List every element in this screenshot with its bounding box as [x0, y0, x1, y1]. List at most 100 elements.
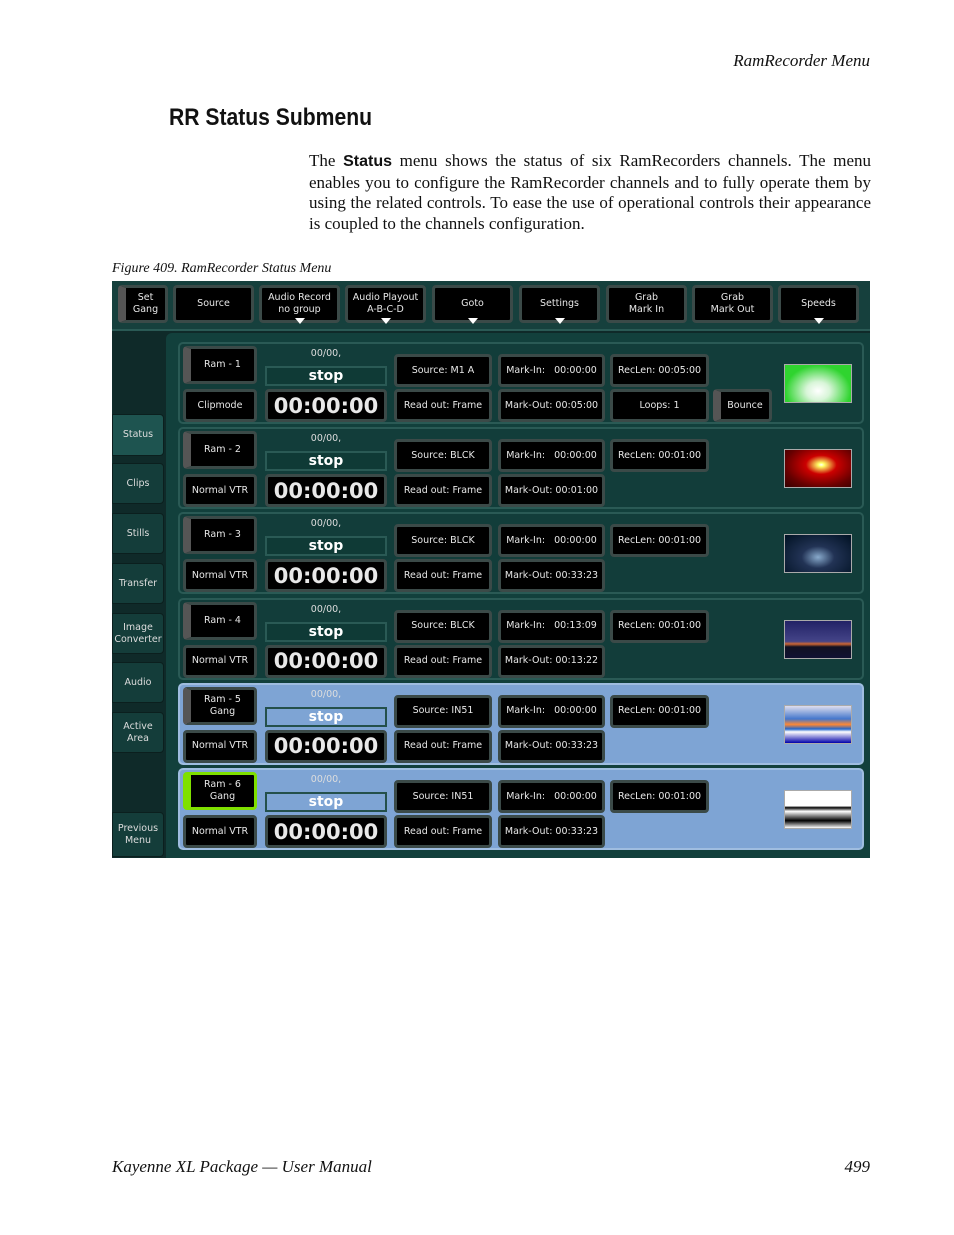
loops-button[interactable]: Loops: 1 [610, 389, 709, 422]
channel-name: Ram - 6 Gang [204, 779, 241, 802]
timecode-display: 00:00:00 [265, 815, 387, 848]
mark-out-button[interactable]: Mark-Out: 00:33:23 [498, 729, 605, 763]
readout-button[interactable]: Read out: Frame [394, 389, 492, 422]
toolbar-button-label: Set Gang [132, 292, 159, 315]
toolbar-button-grab[interactable]: Grab Mark Out [692, 285, 773, 323]
toolbar-button-label: Source [197, 298, 230, 309]
source-button[interactable]: Source: IN51 [394, 780, 492, 813]
mode-button[interactable]: Normal VTR [183, 644, 257, 678]
sidebar-item-status[interactable]: Status [112, 414, 164, 456]
clip-thumbnail[interactable] [784, 364, 852, 403]
dropdown-arrow-icon [380, 318, 391, 324]
intro-paragraph: The Status menu shows the status of six … [309, 151, 871, 234]
mark-in-button[interactable]: Mark-In: 00:00:00 [498, 524, 605, 558]
mark-in-button[interactable]: Mark-In: 00:00:00 [498, 780, 605, 813]
channel-status-text: 00/00, [310, 774, 342, 785]
source-button[interactable]: Source: BLCK [394, 439, 492, 473]
toolbar: Set Gang Source Audio Record no group Audio… [112, 281, 870, 331]
mark-out-button[interactable]: Mark-Out: 00:05:00 [498, 389, 605, 422]
intro-text: The [309, 151, 344, 170]
channel-select-button[interactable]: Ram - 6 Gang [183, 772, 257, 810]
mark-in-button[interactable]: Mark-In: 00:13:09 [498, 609, 605, 643]
reclen-button[interactable]: RecLen: 00:01:00 [610, 524, 709, 558]
mark-in-button[interactable]: Mark-In: 00:00:00 [498, 694, 605, 728]
reclen-button[interactable]: RecLen: 00:05:00 [610, 354, 709, 387]
mode-button[interactable]: Normal VTR [183, 729, 257, 763]
source-button[interactable]: Source: BLCK [394, 609, 492, 643]
mark-out-button[interactable]: Mark-Out: 00:33:23 [498, 559, 605, 593]
channel-select-button[interactable]: Ram - 5 Gang [183, 686, 257, 725]
sidebar-item-active[interactable]: Active Area [112, 712, 164, 753]
running-header: RamRecorder Menu [733, 51, 870, 70]
reclen-button[interactable]: RecLen: 00:01:00 [610, 694, 709, 728]
mark-in-button[interactable]: Mark-In: 00:00:00 [498, 354, 605, 387]
channel-select-button[interactable]: Ram - 4 [183, 601, 257, 640]
mark-out-button[interactable]: Mark-Out: 00:13:22 [498, 644, 605, 678]
sidebar-item-previous[interactable]: Previous Menu [112, 812, 164, 857]
sidebar-item-transfer[interactable]: Transfer [112, 563, 164, 604]
channel-status-text: 00/00, [310, 433, 342, 445]
channel-select-button[interactable]: Ram - 1 [183, 346, 257, 384]
toolbar-button-goto[interactable]: Goto [432, 285, 513, 324]
sidebar-item-image[interactable]: Image Converter [112, 613, 164, 654]
sidebar-item-clips[interactable]: Clips [112, 463, 164, 504]
sidebar-item-stills[interactable]: Stills [112, 513, 164, 554]
reclen-button[interactable]: RecLen: 00:01:00 [610, 609, 709, 643]
source-button[interactable]: Source: IN51 [394, 694, 492, 728]
source-button[interactable]: Source: M1 A [394, 354, 492, 387]
clip-thumbnail[interactable] [784, 619, 852, 659]
intro-text-rest: menu shows the status of six RamRecorder… [309, 151, 871, 233]
readout-button[interactable]: Read out: Frame [394, 474, 492, 508]
readout-button[interactable]: Read out: Frame [394, 644, 492, 678]
dropdown-arrow-icon [467, 318, 478, 324]
channel-row: Ram - 3 Normal VTR 00/00, stop 00:00:00 Sourc… [178, 512, 864, 595]
clip-thumbnail[interactable] [784, 534, 852, 574]
readout-button[interactable]: Read out: Frame [394, 559, 492, 593]
figure-caption: Figure 409. RamRecorder Status Menu [112, 261, 332, 276]
timecode-display: 00:00:00 [265, 644, 387, 678]
channel-status-text: 00/00, [310, 688, 342, 700]
channel-status-text: 00/00, [310, 603, 342, 615]
sidebar-item-audio[interactable]: Audio [112, 662, 164, 703]
toolbar-button-settings[interactable]: Settings [519, 285, 600, 324]
channel-row: Ram - 1 Clipmode 00/00, stop 00:00:00 Source:… [178, 342, 864, 424]
channel-status-text: 00/00, [310, 348, 342, 359]
mark-in-button[interactable]: Mark-In: 00:00:00 [498, 439, 605, 473]
readout-button[interactable]: Read out: Frame [394, 815, 492, 848]
reclen-button[interactable]: RecLen: 00:01:00 [610, 780, 709, 813]
toolbar-button-audio-playout[interactable]: Audio Playout A-B-C-D [345, 285, 426, 324]
channel-select-button[interactable]: Ram - 2 [183, 431, 257, 470]
mode-button[interactable]: Normal VTR [183, 559, 257, 593]
channel-name: Ram - 5 Gang [204, 693, 241, 717]
toolbar-button-label: Grab Mark Out [710, 292, 755, 315]
clip-thumbnail[interactable] [784, 704, 852, 744]
toolbar-button-set[interactable]: Set Gang [118, 285, 168, 323]
toolbar-button-label: Goto [461, 298, 484, 309]
toolbar-button-grab[interactable]: Grab Mark In [606, 285, 687, 323]
channel-row: Ram - 6 Gang Normal VTR 00/00, stop 00:00:00… [178, 768, 864, 850]
transport-state: stop [265, 792, 387, 812]
channel-select-button[interactable]: Ram - 3 [183, 516, 257, 555]
toolbar-button-source[interactable]: Source [173, 285, 254, 323]
mode-button[interactable]: Clipmode [183, 389, 257, 422]
channel-row: Ram - 4 Normal VTR 00/00, stop 00:00:00 Sourc… [178, 597, 864, 680]
channel-list: Ram - 1 Clipmode 00/00, stop 00:00:00 Source:… [166, 333, 870, 858]
readout-button[interactable]: Read out: Frame [394, 729, 492, 763]
section-title: RR Status Submenu [169, 104, 373, 131]
channel-status-text: 00/00, [310, 518, 342, 530]
mode-button[interactable]: Normal VTR [183, 815, 257, 848]
reclen-button[interactable]: RecLen: 00:01:00 [610, 439, 709, 473]
toolbar-button-audio-record[interactable]: Audio Record no group [259, 285, 340, 324]
timecode-display: 00:00:00 [265, 389, 387, 422]
mode-button[interactable]: Normal VTR [183, 474, 257, 508]
bounce-button[interactable]: Bounce [713, 389, 772, 422]
mark-out-button[interactable]: Mark-Out: 00:01:00 [498, 474, 605, 508]
toolbar-button-label: Grab Mark In [628, 292, 665, 315]
clip-thumbnail[interactable] [784, 449, 852, 489]
dropdown-arrow-icon [813, 318, 824, 324]
source-button[interactable]: Source: BLCK [394, 524, 492, 558]
mark-out-button[interactable]: Mark-Out: 00:33:23 [498, 815, 605, 848]
clip-thumbnail[interactable] [784, 790, 852, 829]
toolbar-button-speeds[interactable]: Speeds [778, 285, 859, 324]
channel-row: Ram - 5 Gang Normal VTR 00/00, stop 00:00:00… [178, 682, 864, 765]
